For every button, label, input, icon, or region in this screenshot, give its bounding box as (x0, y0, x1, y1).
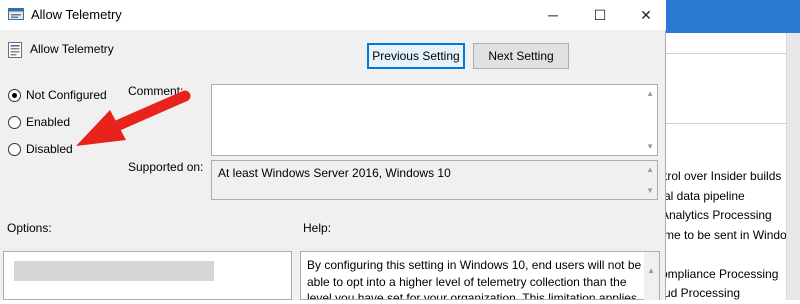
scroll-up-icon[interactable]: ▲ (646, 165, 654, 174)
scroll-up-icon[interactable]: ▲ (646, 89, 654, 98)
close-icon: ✕ (640, 6, 652, 23)
radio-disabled[interactable]: Disabled (8, 140, 73, 158)
help-label: Help: (303, 221, 332, 235)
minimize-button[interactable]: ─ (533, 0, 573, 30)
options-panel (3, 251, 292, 300)
next-setting-button[interactable]: Next Setting (473, 43, 569, 69)
radio-enabled[interactable]: Enabled (8, 113, 70, 131)
setting-title: Allow Telemetry (30, 42, 114, 56)
scroll-down-icon[interactable]: ▼ (646, 186, 654, 195)
radio-label: Disabled (26, 142, 73, 156)
policy-dialog: Allow Telemetry ─ ☐ ✕ Allow Telemetry Pr… (0, 0, 666, 300)
radio-button[interactable] (8, 115, 21, 129)
list-item[interactable]: ud Processing (666, 284, 786, 304)
list-item[interactable]: ompliance Processing (666, 265, 786, 285)
supported-on-field: At least Windows Server 2016, Windows 10… (211, 160, 658, 200)
radio-button[interactable] (8, 142, 21, 156)
radio-not-configured[interactable]: Not Configured (8, 86, 107, 104)
scrollbar[interactable]: ▲ (644, 252, 659, 300)
background-window: trol over Insider builds al data pipelin… (665, 0, 800, 300)
comment-label: Comment: (128, 84, 184, 98)
divider (666, 53, 786, 54)
list-item[interactable]: trol over Insider builds (666, 167, 786, 187)
radio-label: Not Configured (26, 88, 107, 102)
scroll-up-icon[interactable]: ▲ (647, 266, 655, 275)
list-item[interactable]: Analytics Processing (666, 206, 786, 226)
background-window-titlebar (666, 0, 800, 33)
policy-settings-icon (8, 8, 24, 20)
scroll-down-icon[interactable]: ▼ (646, 142, 654, 151)
scrollbar[interactable] (786, 33, 800, 300)
minimize-icon: ─ (548, 7, 558, 23)
close-button[interactable]: ✕ (626, 0, 666, 30)
maximize-icon: ☐ (593, 6, 607, 23)
supported-on-label: Supported on: (128, 160, 204, 174)
help-panel: By configuring this setting in Windows 1… (300, 251, 660, 300)
help-text: By configuring this setting in Windows 1… (307, 258, 642, 300)
divider (666, 123, 786, 124)
titlebar: Allow Telemetry ─ ☐ ✕ (0, 0, 666, 30)
supported-on-value: At least Windows Server 2016, Windows 10 (218, 166, 451, 180)
previous-setting-button[interactable]: Previous Setting (367, 43, 465, 69)
maximize-button[interactable]: ☐ (580, 0, 620, 30)
options-dropdown[interactable] (14, 261, 214, 281)
options-label: Options: (7, 221, 52, 235)
list-item[interactable] (666, 245, 786, 265)
background-policy-list: trol over Insider builds al data pipelin… (666, 167, 786, 304)
setting-icon (8, 42, 22, 58)
list-item[interactable]: me to be sent in Windows (666, 226, 786, 246)
comment-field[interactable]: ▲ ▼ (211, 84, 658, 156)
radio-label: Enabled (26, 115, 71, 129)
list-item[interactable]: al data pipeline (666, 187, 786, 207)
window-title: Allow Telemetry (31, 7, 122, 22)
radio-button[interactable] (8, 88, 21, 102)
